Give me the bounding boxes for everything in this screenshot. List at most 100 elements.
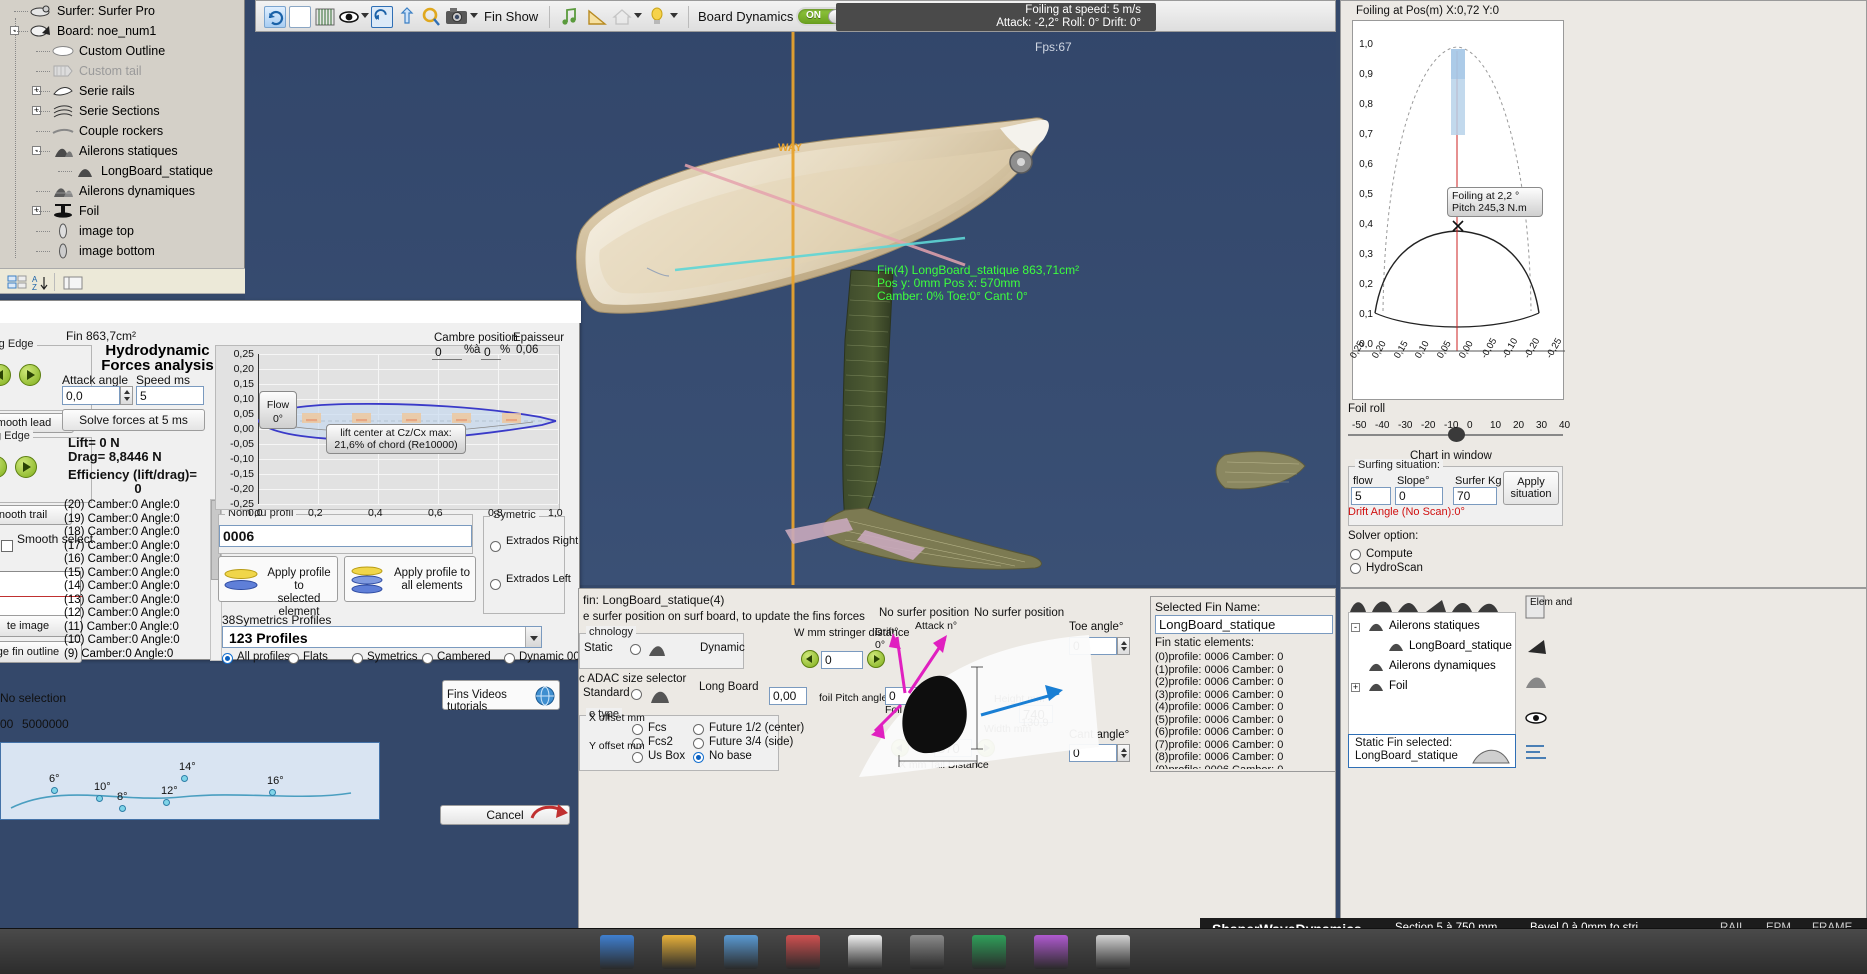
apply-situation-button[interactable]: Apply situation	[1503, 471, 1559, 505]
tree-item-ailerons-statiques[interactable]: Ailerons statiques	[52, 141, 178, 161]
camber-list-item[interactable]: (12) Camber:0 Angle:0	[64, 607, 209, 621]
selected-fin-panel[interactable]: Selected Fin Name: LongBoard_statique Fi…	[1150, 596, 1336, 772]
fin-elements-list[interactable]: (0)profile: 0006 Camber: 0 (1)profile: 00…	[1155, 651, 1333, 769]
profile-name-input[interactable]: 0006	[219, 525, 472, 547]
home-icon[interactable]	[611, 6, 633, 28]
solve-forces-button[interactable]: Solve forces at 5 ms	[62, 409, 205, 431]
slope-input[interactable]: 0	[1395, 487, 1443, 505]
taskbar-media-icon[interactable]	[972, 935, 1006, 969]
camber-list-item[interactable]: (11) Camber:0 Angle:0	[64, 621, 209, 635]
trailing-edge-next-button[interactable]	[15, 456, 37, 478]
tree-item-foil[interactable]: Foil	[52, 201, 99, 221]
taskbar-start-icon[interactable]	[600, 935, 634, 969]
camber-angle-list[interactable]: (20) Camber:0 Angle:0 (19) Camber:0 Angle…	[64, 499, 209, 661]
hydroscan-radio[interactable]	[1350, 563, 1361, 574]
zoom-icon[interactable]	[420, 6, 442, 28]
tree-item-custom-outline[interactable]: Custom Outline	[52, 41, 165, 61]
taskbar-calc-icon[interactable]	[910, 935, 944, 969]
camber-list-item[interactable]: (18) Camber:0 Angle:0	[64, 526, 209, 540]
camber-list-item[interactable]: (16) Camber:0 Angle:0	[64, 553, 209, 567]
right-strip-icons[interactable]	[1522, 592, 1566, 768]
move-up-icon[interactable]	[397, 6, 419, 28]
right-tree-expander-0[interactable]: -	[1351, 623, 1360, 632]
trailing-edge-prev-button[interactable]	[0, 456, 7, 478]
extrados-left-radio[interactable]	[490, 579, 501, 590]
fin-element-row[interactable]: (5)profile: 0006 Camber: 0	[1155, 714, 1333, 727]
right-icon-strip[interactable]	[1522, 592, 1568, 772]
camber-list-item[interactable]: (17) Camber:0 Angle:0	[64, 540, 209, 554]
scatter-point[interactable]	[269, 789, 276, 796]
filter-radio-all-profiles[interactable]	[222, 653, 233, 664]
ruler-icon[interactable]	[586, 6, 608, 28]
profile-filter-radios[interactable]: All profiles Flats Symetrics Cambered Dynami…	[222, 651, 593, 667]
w-mm-decrement[interactable]	[801, 650, 819, 668]
selected-fin-name-input[interactable]: LongBoard_statique	[1155, 615, 1333, 634]
cambre-pos-a-input[interactable]: 0	[432, 344, 462, 360]
os-taskbar[interactable]	[0, 928, 1867, 974]
usbox-radio[interactable]	[632, 752, 643, 763]
refresh-icon[interactable]	[264, 6, 286, 28]
camber-list-item[interactable]: (14) Camber:0 Angle:0	[64, 580, 209, 594]
taskbar-settings-icon[interactable]	[1034, 935, 1068, 969]
tree-item-board-noe-num1[interactable]: Board: noe_num1	[30, 21, 156, 41]
rotate-icon[interactable]	[371, 6, 393, 28]
profiles-dropdown[interactable]: 123 Profiles	[222, 626, 542, 648]
leading-edge-prev-button[interactable]	[0, 364, 11, 386]
filter-radio-cambered[interactable]	[422, 653, 433, 664]
tree-item-image-bottom[interactable]: image bottom	[52, 241, 155, 261]
chevron-down-icon[interactable]	[361, 13, 369, 18]
music-icon[interactable]	[558, 6, 580, 28]
camber-list-item[interactable]: (19) Camber:0 Angle:0	[64, 513, 209, 527]
tree-item-ailerons-dynamiques[interactable]: Ailerons dynamiques	[52, 181, 195, 201]
fin-shape-icons[interactable]	[1348, 592, 1503, 614]
static-radio[interactable]	[630, 644, 641, 655]
tree-item-surfer-surfer-pro[interactable]: Surfer: Surfer Pro	[30, 1, 155, 21]
cambre-pos-b-input[interactable]: 0	[481, 344, 501, 360]
scatter-point[interactable]	[51, 787, 58, 794]
camber-list-item[interactable]: (20) Camber:0 Angle:0	[64, 499, 209, 513]
nobase-radio[interactable]	[693, 752, 704, 763]
scatter-point[interactable]	[96, 795, 103, 802]
right-tree-item-ailerons-dynamiques[interactable]: Ailerons dynamiques	[1367, 659, 1496, 672]
filter-radio-symetrics[interactable]	[352, 653, 363, 664]
chevron-down-icon-3[interactable]	[634, 13, 642, 18]
categorized-view-icon[interactable]	[6, 273, 27, 291]
epaisseur-value[interactable]: 0,06	[516, 344, 538, 356]
camera-icon[interactable]	[445, 6, 467, 28]
light-bulb-icon[interactable]	[646, 6, 668, 28]
attack-angle-spinner[interactable]	[120, 386, 133, 405]
grid-icon[interactable]	[314, 6, 336, 28]
flow-input[interactable]: 5	[1351, 487, 1391, 505]
taskbar-shaper-icon[interactable]	[1096, 935, 1130, 969]
tree-item-custom-tail[interactable]: Custom tail	[52, 61, 142, 81]
page-icon[interactable]	[289, 6, 311, 28]
right-tree-item-ailerons-statiques[interactable]: Ailerons statiques	[1367, 619, 1480, 632]
taskbar-browser-icon[interactable]	[724, 935, 758, 969]
fcs-radio[interactable]	[632, 724, 643, 735]
fin-element-row[interactable]: (3)profile: 0006 Camber: 0	[1155, 689, 1333, 702]
chevron-down-icon-4[interactable]	[670, 13, 678, 18]
taskbar-folder-icon[interactable]	[662, 935, 696, 969]
foil-roll-slider[interactable]: -50 -40 -30 -20 -10 0 10 20 30 40	[1348, 420, 1570, 446]
fin-element-row[interactable]: (7)profile: 0006 Camber: 0	[1155, 739, 1333, 752]
size-value-input[interactable]: 0,00	[769, 687, 807, 705]
apply-profile-all-button[interactable]: Apply profile to all elements	[344, 556, 476, 602]
camber-list-item[interactable]: (13) Camber:0 Angle:0	[64, 594, 209, 608]
tree-item-couple-rockers[interactable]: Couple rockers	[52, 121, 163, 141]
right-tree-item-foil[interactable]: Foil	[1367, 679, 1408, 692]
profile-analysis-chart[interactable]: 0,25 0,20 0,15 0,10 0,05 0,00 -0,05 -0,10 -0,15-…	[215, 345, 563, 519]
smooth-trail-button[interactable]: nooth trail	[0, 505, 72, 525]
extrados-right-radio[interactable]	[490, 541, 501, 552]
speed-input[interactable]: 5	[136, 386, 204, 405]
fin-element-row[interactable]: (4)profile: 0006 Camber: 0	[1155, 701, 1333, 714]
tree-toolbar[interactable]: AZ	[0, 268, 245, 294]
taskbar-mail-icon[interactable]	[786, 935, 820, 969]
fin-element-row[interactable]: (9)profile: 0006 Camber: 0	[1155, 764, 1333, 770]
tree-item-serie-rails[interactable]: Serie rails	[52, 81, 135, 101]
future-34-radio[interactable]	[693, 738, 704, 749]
viewport-toolbar[interactable]: Fin Show Board Dynamics ON Foiling at sp…	[255, 0, 1336, 32]
apply-profile-selected-button[interactable]: Apply profile to selected element	[218, 556, 338, 618]
fin-element-row[interactable]: (1)profile: 0006 Camber: 0	[1155, 664, 1333, 677]
attack-angle-input[interactable]: 0,0	[62, 386, 120, 405]
right-tree-expander-3[interactable]: +	[1351, 683, 1360, 692]
